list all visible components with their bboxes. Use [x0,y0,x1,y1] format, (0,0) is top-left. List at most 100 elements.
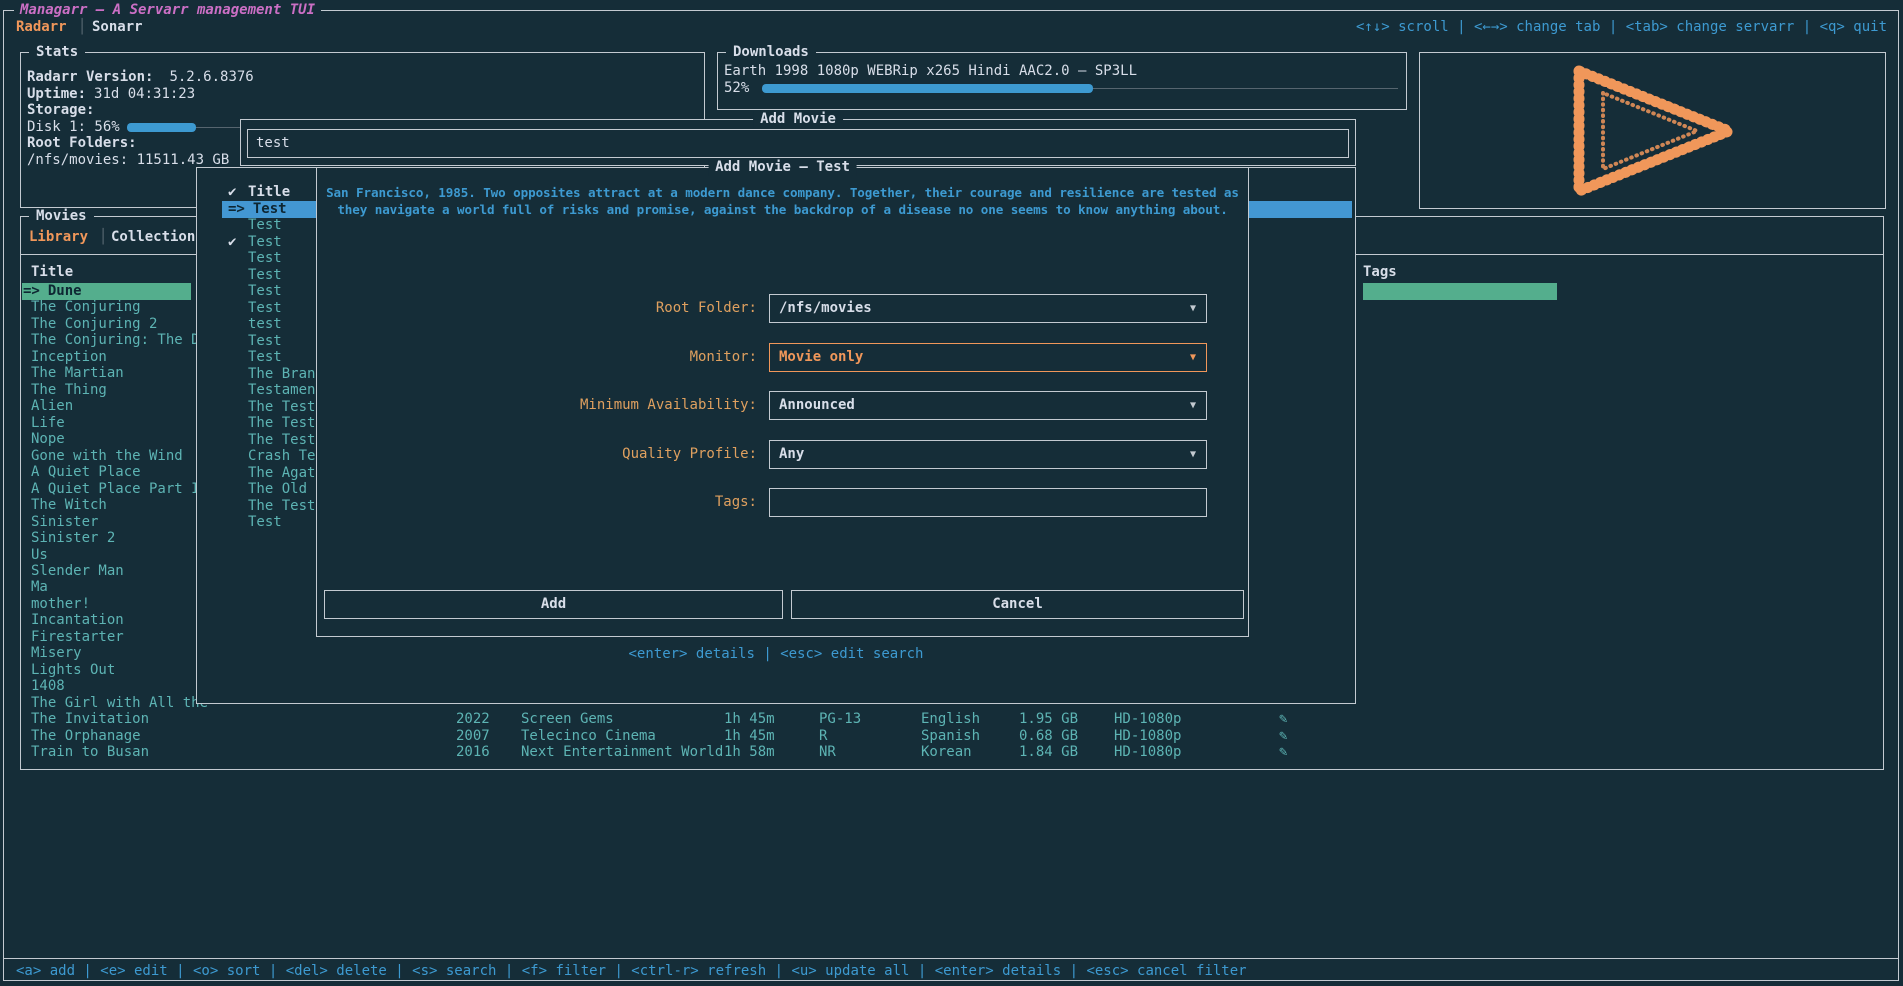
list-item[interactable]: Life [31,415,65,432]
list-item[interactable]: Nope [31,431,65,448]
result-item[interactable]: Testamen [248,382,315,399]
tab-sonarr[interactable]: Sonarr [92,19,143,35]
list-item[interactable]: Firestarter [31,629,124,646]
list-item[interactable]: A Quiet Place [31,464,141,481]
result-item[interactable]: The Old [248,481,307,498]
list-item[interactable]: Alien [31,398,73,415]
top-help-text: <↑↓> scroll | <←→> change tab | <tab> ch… [1356,19,1887,35]
root-folder-label: Root Folder: [317,300,757,317]
column-header-title: Title [31,264,73,280]
dropdown-arrow-icon: ▼ [1190,352,1196,364]
add-button[interactable]: Add [324,590,783,619]
list-item[interactable]: The Girl with All the [31,695,208,712]
root-folder-select[interactable]: /nfs/movies▼ [769,294,1207,323]
disk-usage-bar [127,119,251,135]
radarr-version: Radarr Version:5.2.6.8376 [27,69,254,85]
logo-panel [1419,52,1886,209]
cell-language: Korean [921,744,972,761]
list-item[interactable]: Inception [31,349,107,366]
modal-title: Add Movie — Test [708,159,857,176]
result-item[interactable]: The Test [248,498,315,515]
result-item[interactable]: Test [248,250,282,267]
cell-language: Spanish [921,728,980,745]
list-item[interactable]: The Martian [31,365,124,382]
list-item[interactable]: The Orphanage [31,728,141,745]
selection-arrow: => [228,201,245,217]
cell-language: English [921,711,980,728]
result-item[interactable]: The Bran [248,366,315,383]
managarr-logo [1563,61,1743,201]
minimum-availability-select[interactable]: Announced▼ [769,391,1207,420]
uptime: Uptime:31d 04:31:23 [27,86,195,102]
dropdown-arrow-icon: ▼ [1190,449,1196,461]
list-item[interactable]: Ma [31,579,48,596]
result-item[interactable]: The Test [248,415,315,432]
edit-pencil-icon: ✎ [1279,728,1287,745]
movie-description-line1: San Francisco, 1985. Two opposites attra… [317,184,1248,201]
cell-quality: HD-1080p [1114,728,1181,745]
storage-label: Storage: [27,102,94,118]
cell-runtime: 1h 45m [724,711,775,728]
cell-quality: HD-1080p [1114,711,1181,728]
monitor-label: Monitor: [317,349,757,366]
column-header-tags: Tags [1363,264,1397,280]
list-item[interactable]: Sinister [31,514,98,531]
dropdown-arrow-icon: ▼ [1190,303,1196,315]
list-item[interactable]: Misery [31,645,82,662]
list-item[interactable]: The Conjuring [31,299,141,316]
result-item[interactable]: Test [248,300,282,317]
result-item[interactable]: The Test [248,399,315,416]
list-item-selected[interactable]: =>Dune [22,283,191,300]
list-item[interactable]: The Thing [31,382,107,399]
bottom-bar-separator [4,958,1899,959]
result-item[interactable]: The Test [248,432,315,449]
list-item[interactable]: Train to Busan [31,744,149,761]
list-item[interactable]: The Conjuring: The De [31,332,208,349]
downloads-panel: Downloads Earth 1998 1080p WEBRip x265 H… [717,52,1407,110]
quality-profile-label: Quality Profile: [317,446,757,463]
checkmark-icon: ✔ [228,234,236,250]
list-item[interactable]: mother! [31,596,90,613]
edit-pencil-icon: ✎ [1279,711,1287,728]
cell-studio: Screen Gems [521,711,614,728]
tab-collections[interactable]: Collections [111,229,204,245]
list-item[interactable]: The Conjuring 2 [31,316,157,333]
list-item[interactable]: Incantation [31,612,124,629]
monitor-select[interactable]: Movie only▼ [769,343,1207,372]
list-item[interactable]: The Invitation [31,711,149,728]
cell-size: 1.84 GB [1019,744,1078,761]
result-item[interactable]: Test [248,267,282,284]
tab-library[interactable]: Library [29,229,88,245]
add-movie-panel-title: Add Movie [753,111,843,128]
disk-usage-label: Disk 1: 56% [27,119,120,135]
list-item[interactable]: Us [31,547,48,564]
list-item[interactable]: Lights Out [31,662,115,679]
list-item[interactable]: A Quiet Place Part II [31,481,208,498]
cancel-button[interactable]: Cancel [791,590,1244,619]
library-tab-divider: │ [99,229,107,245]
root-folders-label: Root Folders: [27,135,137,151]
list-item[interactable]: The Witch [31,497,107,514]
result-item[interactable]: Crash Te [248,448,315,465]
result-item[interactable]: test [248,316,282,333]
list-item[interactable]: Sinister 2 [31,530,115,547]
cell-studio: Next Entertainment World [521,744,723,761]
result-item[interactable]: The Agat [248,465,315,482]
movie-search-input[interactable]: test [247,129,1349,158]
minimum-availability-label: Minimum Availability: [317,397,757,414]
result-item[interactable]: Test [248,349,282,366]
list-item[interactable]: Slender Man [31,563,124,580]
tags-input[interactable] [769,488,1207,517]
quality-profile-select[interactable]: Any▼ [769,440,1207,469]
add-movie-modal: Add Movie — Test San Francisco, 1985. Tw… [316,167,1249,637]
list-item[interactable]: 1408 [31,678,65,695]
tab-radarr[interactable]: Radarr [16,19,67,35]
app-title: Managarr — A Servarr management TUI [14,2,321,18]
result-item[interactable]: Test [248,234,282,251]
list-item[interactable]: Gone with the Wind [31,448,183,465]
result-item[interactable]: Test [248,217,282,234]
result-item[interactable]: Test [248,283,282,300]
movie-description-line2: they navigate a world full of risks and … [317,201,1248,218]
result-item[interactable]: Test [248,514,282,531]
result-item[interactable]: Test [248,333,282,350]
